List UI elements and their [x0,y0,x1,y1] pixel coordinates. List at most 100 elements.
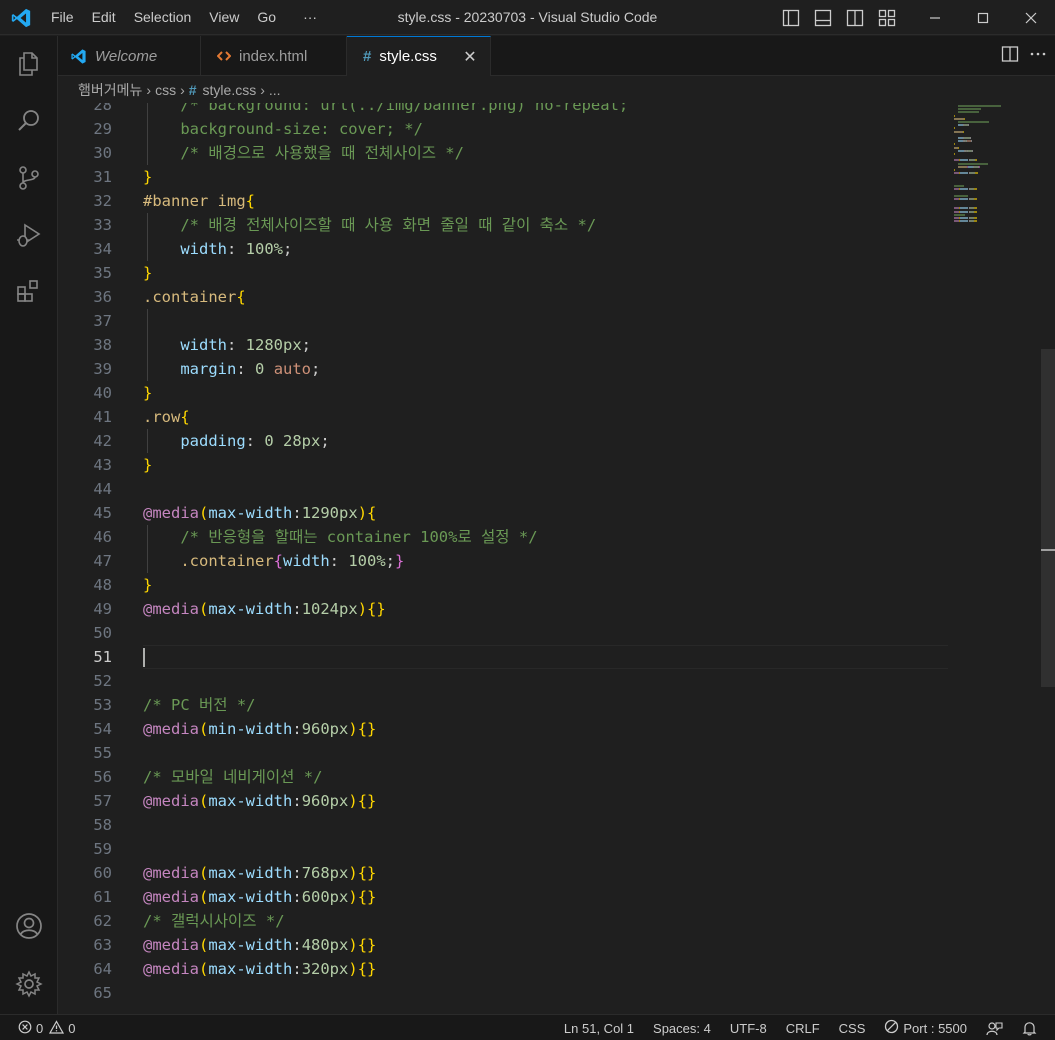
live-server-status[interactable]: Port : 5500 [884,1019,967,1037]
encoding[interactable]: UTF-8 [730,1021,767,1036]
code-text: } [143,573,152,597]
vertical-scrollbar[interactable] [1041,103,1055,1014]
menu-file[interactable]: File [42,0,83,35]
manage-gear-icon[interactable] [0,960,58,1008]
breadcrumb-folder[interactable]: 햄버거메뉴 [78,80,142,100]
code-line[interactable]: 44 [58,477,948,501]
menu-selection[interactable]: Selection [125,0,201,35]
toggle-secondary-sidebar-icon[interactable] [839,0,871,35]
code-line[interactable]: 60 @media(max-width:768px){} [58,861,948,885]
code-line[interactable]: 51 [58,645,948,669]
toggle-panel-icon[interactable] [807,0,839,35]
code-line[interactable]: 62 /* 갤럭시사이즈 */ [58,909,948,933]
code-line[interactable]: 58 [58,813,948,837]
code-line[interactable]: 32 #banner img{ [58,189,948,213]
code-line[interactable]: 41 .row{ [58,405,948,429]
language-mode[interactable]: CSS [839,1021,866,1036]
code-text: background-size: cover; */ [143,117,423,141]
search-icon[interactable] [0,97,58,145]
code-line[interactable]: 57 @media(max-width:960px){} [58,789,948,813]
code-line[interactable]: 56 /* 모바일 네비게이션 */ [58,765,948,789]
maximize-button[interactable] [959,0,1007,35]
code-line[interactable]: 35} [58,261,948,285]
more-actions-icon[interactable] [1029,45,1047,67]
menu-edit[interactable]: Edit [83,0,125,35]
notifications-bell-icon[interactable] [1022,1021,1037,1036]
minimap[interactable] [950,103,1040,243]
code-text: /* 모바일 네비게이션 */ [143,765,322,789]
minimap-line [954,130,963,133]
chevron-right-icon: › [260,82,265,98]
code-line[interactable]: 65 [58,981,948,1005]
code-text: } [143,381,152,405]
code-line[interactable]: 50 [58,621,948,645]
code-line[interactable]: 36 .container{ [58,285,948,309]
code-line[interactable]: 39 margin: 0 auto; [58,357,948,381]
source-control-icon[interactable] [0,154,58,202]
code-text: @media(min-width:960px){} [143,717,376,741]
code-line[interactable]: 49 @media(max-width:1024px){} [58,597,948,621]
code-line[interactable]: 64 @media(max-width:320px){} [58,957,948,981]
code-line[interactable]: 45 @media(max-width:1290px){ [58,501,948,525]
code-lines[interactable]: 28 /* background: url(../img/banner.png)… [58,103,948,1005]
code-line[interactable]: 42 padding: 0 28px; [58,429,948,453]
menu-go[interactable]: Go [248,0,285,35]
code-line[interactable]: 43} [58,453,948,477]
code-line[interactable]: 37 [58,309,948,333]
account-icon[interactable] [0,902,58,950]
menu-view[interactable]: View [200,0,248,35]
code-line[interactable]: 47 .container{width: 100%;} [58,549,948,573]
tab-style-css[interactable]: # style.css ✕ [347,36,491,76]
line-number: 43 [93,456,112,474]
code-line[interactable]: 54 @media(min-width:960px){} [58,717,948,741]
line-number: 63 [93,936,112,954]
warning-count: 0 [68,1020,76,1036]
code-token: : [245,432,265,450]
code-line[interactable]: 33 /* 배경 전체사이즈할 때 사용 화면 줄일 때 같이 축소 */ [58,213,948,237]
tab-welcome[interactable]: Welcome [58,36,201,76]
code-token: @media [143,864,199,882]
customize-layout-icon[interactable] [871,0,903,35]
code-line[interactable]: 38 width: 1280px; [58,333,948,357]
close-window-button[interactable] [1007,0,1055,35]
breadcrumb-subfolder[interactable]: css [155,82,176,98]
code-line[interactable]: 52 [58,669,948,693]
code-token: { [236,288,246,306]
breadcrumb-symbol[interactable]: ... [269,82,281,98]
code-line[interactable]: 55 [58,741,948,765]
code-text: width: 1280px; [143,333,311,357]
indentation[interactable]: Spaces: 4 [653,1021,711,1036]
extensions-icon[interactable] [0,268,58,316]
code-line[interactable]: 30 /* 배경으로 사용했을 때 전체사이즈 */ [58,141,948,165]
code-line[interactable]: 63 @media(max-width:480px){} [58,933,948,957]
split-editor-icon[interactable] [1001,45,1019,67]
code-line[interactable]: 46 /* 반응형을 할때는 container 100%로 설정 */ [58,525,948,549]
end-of-line[interactable]: CRLF [786,1021,820,1036]
code-line[interactable]: 53 /* PC 버전 */ [58,693,948,717]
toggle-primary-sidebar-icon[interactable] [775,0,807,35]
code-line[interactable]: 34 width: 100%; [58,237,948,261]
tab-index-html[interactable]: index.html [201,36,347,76]
minimize-button[interactable] [911,0,959,35]
minimap-line [971,149,973,152]
code-token: ( [199,792,209,810]
code-token: auto [273,360,312,378]
code-line[interactable]: 31} [58,165,948,189]
code-line[interactable]: 48} [58,573,948,597]
problems-indicator[interactable]: 0 0 [18,1015,75,1040]
close-tab-icon[interactable]: ✕ [460,47,480,67]
explorer-icon[interactable] [0,40,58,88]
breadcrumb-file[interactable]: style.css [203,82,257,98]
code-line[interactable]: 40} [58,381,948,405]
feedback-icon[interactable] [986,1021,1003,1036]
scrollbar-thumb[interactable] [1041,349,1055,687]
vscode-logo-icon[interactable] [10,7,32,29]
code-editor[interactable]: 28 /* background: url(../img/banner.png)… [58,103,1055,1014]
cursor-position[interactable]: Ln 51, Col 1 [564,1021,634,1036]
code-line[interactable]: 28 /* background: url(../img/banner.png)… [58,103,948,117]
menu-more[interactable]: ··· [285,0,326,35]
code-line[interactable]: 29 background-size: cover; */ [58,117,948,141]
run-debug-icon[interactable] [0,211,58,259]
code-line[interactable]: 61 @media(max-width:600px){} [58,885,948,909]
code-line[interactable]: 59 [58,837,948,861]
